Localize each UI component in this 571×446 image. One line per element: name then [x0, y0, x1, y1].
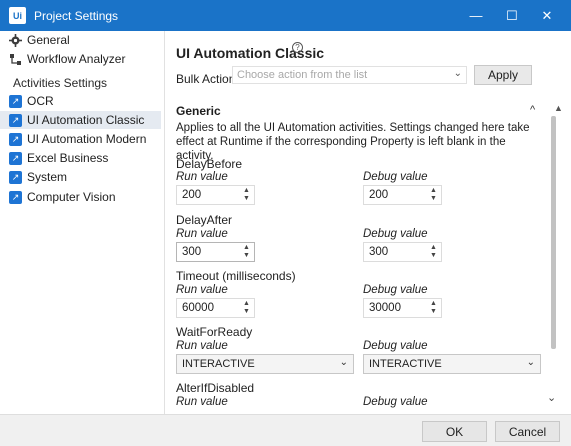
help-icon[interactable]: ? [292, 42, 303, 53]
sidebar-item-label: UI Automation Classic [27, 113, 145, 127]
apply-button[interactable]: Apply [474, 65, 532, 85]
property-name-timeout: Timeout (milliseconds) [176, 269, 296, 283]
run-value-label: Run value [176, 284, 228, 296]
chevron-down-icon: ⌄ [453, 68, 462, 79]
expand-down-icon[interactable]: ⌄ [547, 391, 556, 404]
select-value: INTERACTIVE [369, 358, 442, 370]
timeout-debug-input[interactable]: 30000 ▲ ▼ [363, 298, 442, 318]
spin-down-icon[interactable]: ▼ [430, 252, 437, 260]
window-title: Project Settings [34, 8, 119, 23]
spin-arrows[interactable]: ▲ ▼ [429, 187, 438, 203]
workflow-icon [9, 53, 22, 66]
sidebar-item-ui-automation-classic[interactable]: ↗ UI Automation Classic [0, 111, 161, 129]
property-name-alter-if-disabled: AlterIfDisabled [176, 381, 255, 395]
ok-button[interactable]: OK [422, 421, 487, 442]
settings-sidebar: General Workflow Analyzer Activities Set… [0, 31, 165, 414]
spin-up-icon[interactable]: ▲ [243, 300, 250, 308]
spin-arrows[interactable]: ▲ ▼ [242, 300, 251, 316]
sidebar-item-label: General [27, 33, 70, 47]
spin-arrows[interactable]: ▲ ▼ [242, 187, 251, 203]
spin-up-icon[interactable]: ▲ [430, 244, 437, 252]
property-name-delay-before: DelayBefore [176, 157, 243, 171]
sidebar-item-ocr[interactable]: ↗ OCR [0, 92, 161, 110]
activities-settings-heading: Activities Settings [13, 76, 108, 90]
gear-icon [9, 33, 22, 47]
activity-icon: ↗ [9, 170, 22, 184]
maximize-button[interactable]: ☐ [495, 0, 529, 31]
spin-up-icon[interactable]: ▲ [430, 187, 437, 195]
scroll-up-icon[interactable]: ▲ [554, 103, 563, 113]
sidebar-item-computer-vision[interactable]: ↗ Computer Vision [0, 188, 161, 206]
sidebar-item-ui-automation-modern[interactable]: ↗ UI Automation Modern [0, 130, 161, 148]
spin-value: 200 [182, 189, 202, 201]
run-value-label: Run value [176, 228, 228, 240]
activity-icon: ↗ [9, 113, 22, 127]
cancel-button[interactable]: Cancel [495, 421, 560, 442]
spin-value: 200 [369, 189, 389, 201]
spin-down-icon[interactable]: ▼ [430, 308, 437, 316]
spin-value: 60000 [182, 302, 214, 314]
timeout-run-input[interactable]: 60000 ▲ ▼ [176, 298, 255, 318]
bulk-action-label: Bulk Action [176, 72, 236, 86]
sidebar-item-label: System [27, 170, 68, 184]
bulk-action-select[interactable]: Choose action from the list ⌄ [232, 66, 467, 84]
spin-up-icon[interactable]: ▲ [243, 187, 250, 195]
spin-value: 30000 [369, 302, 401, 314]
spin-arrows[interactable]: ▲ ▼ [429, 300, 438, 316]
sidebar-item-system[interactable]: ↗ System [0, 168, 161, 186]
debug-value-label: Debug value [363, 284, 428, 296]
property-name-delay-after: DelayAfter [176, 213, 233, 227]
sidebar-item-label: Computer Vision [27, 190, 116, 204]
sidebar-item-label: OCR [27, 94, 54, 108]
run-value-label: Run value [176, 171, 228, 183]
run-value-label: Run value [176, 340, 228, 352]
wait-for-ready-run-select[interactable]: INTERACTIVE ⌄ [176, 354, 354, 374]
delay-after-run-input[interactable]: 300 ▲ ▼ [176, 242, 255, 262]
spin-up-icon[interactable]: ▲ [430, 300, 437, 308]
activity-icon: ↗ [9, 151, 22, 165]
delay-after-debug-input[interactable]: 300 ▲ ▼ [363, 242, 442, 262]
property-name-wait-for-ready: WaitForReady [176, 325, 253, 339]
vertical-scrollbar[interactable]: ▲ ⌄ [547, 99, 567, 414]
select-value: INTERACTIVE [182, 358, 255, 370]
spin-arrows[interactable]: ▲ ▼ [242, 244, 251, 260]
spin-down-icon[interactable]: ▼ [243, 195, 250, 203]
debug-value-label: Debug value [363, 228, 428, 240]
spin-up-icon[interactable]: ▲ [243, 244, 250, 252]
sidebar-item-label: Workflow Analyzer [27, 52, 126, 66]
title-bar: Ui Project Settings — ☐ ✕ [0, 0, 571, 31]
sidebar-item-workflow-analyzer[interactable]: Workflow Analyzer [0, 50, 161, 68]
activity-icon: ↗ [9, 94, 22, 108]
debug-value-label: Debug value [363, 340, 428, 352]
delay-before-debug-input[interactable]: 200 ▲ ▼ [363, 185, 442, 205]
spin-value: 300 [182, 246, 202, 258]
chevron-down-icon: ⌄ [339, 357, 348, 368]
settings-panel: UI Automation Classic ? Bulk Action Choo… [166, 31, 571, 414]
bulk-action-placeholder: Choose action from the list [237, 69, 368, 81]
activity-icon: ↗ [9, 132, 22, 146]
wait-for-ready-debug-select[interactable]: INTERACTIVE ⌄ [363, 354, 541, 374]
activity-icon: ↗ [9, 190, 22, 204]
chevron-down-icon: ⌄ [526, 357, 535, 368]
sidebar-item-label: Excel Business [27, 151, 109, 165]
section-title-generic: Generic [176, 104, 221, 118]
sidebar-item-excel-business[interactable]: ↗ Excel Business [0, 149, 161, 167]
spin-down-icon[interactable]: ▼ [243, 308, 250, 316]
spin-arrows[interactable]: ▲ ▼ [429, 244, 438, 260]
spin-down-icon[interactable]: ▼ [243, 252, 250, 260]
collapse-section-icon[interactable]: ^ [530, 104, 535, 116]
scroll-thumb[interactable] [551, 116, 556, 349]
sidebar-item-general[interactable]: General [0, 31, 161, 49]
minimize-button[interactable]: — [459, 0, 493, 31]
close-button[interactable]: ✕ [530, 0, 564, 31]
delay-before-run-input[interactable]: 200 ▲ ▼ [176, 185, 255, 205]
spin-value: 300 [369, 246, 389, 258]
sidebar-item-label: UI Automation Modern [27, 132, 147, 146]
run-value-label: Run value [176, 396, 228, 408]
debug-value-label: Debug value [363, 396, 428, 408]
debug-value-label: Debug value [363, 171, 428, 183]
spin-down-icon[interactable]: ▼ [430, 195, 437, 203]
dialog-footer: OK Cancel [0, 414, 571, 446]
uipath-logo-icon: Ui [9, 7, 26, 24]
